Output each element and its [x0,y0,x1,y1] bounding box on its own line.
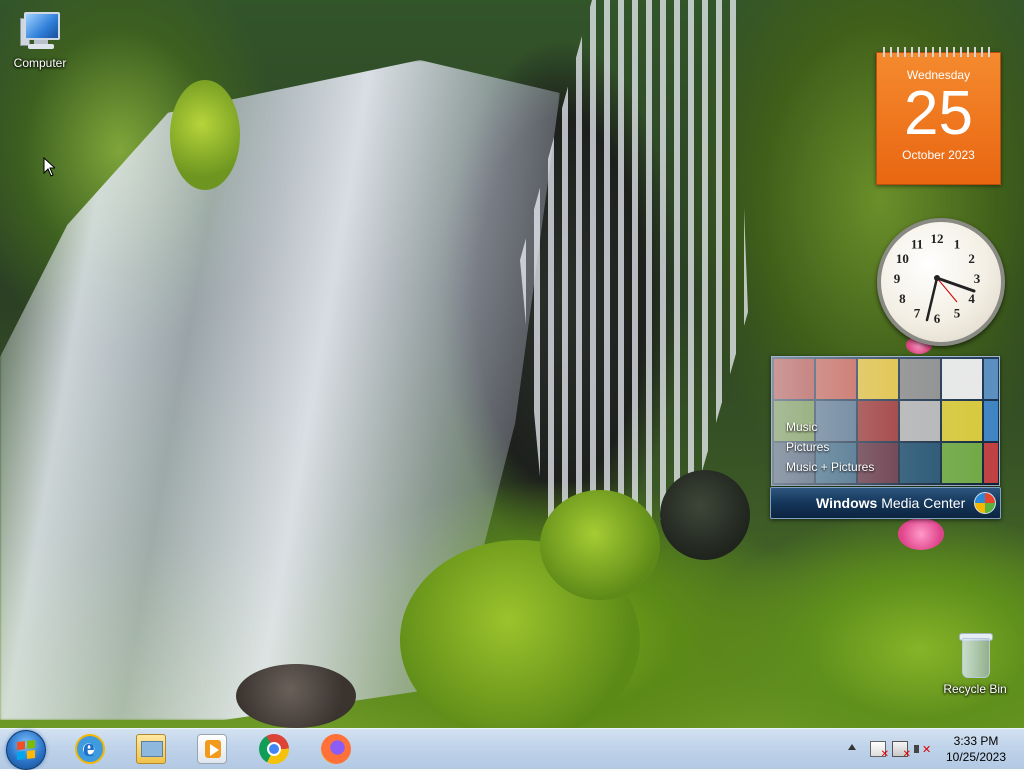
media-player-icon [197,734,227,764]
media-center-title-bar[interactable]: Windows Media Center [770,487,1001,519]
action-center-icon[interactable] [870,741,889,760]
system-tray: 3:33 PM 10/25/2023 [844,729,1024,769]
clock-numeral: 4 [968,291,975,306]
computer-icon [20,10,60,52]
start-button[interactable] [6,730,46,770]
folder-icon [136,734,166,764]
recycle-bin-icon [958,632,993,678]
desktop-icon-recycle-bin[interactable]: Recycle Bin [937,632,1013,696]
desktop-icon-label: Computer [13,56,67,70]
media-center-menu-pictures[interactable]: Pictures [786,437,874,457]
volume-icon[interactable] [914,741,931,757]
flower [898,518,944,550]
firefox-icon [321,734,351,764]
moss-rock [660,470,750,560]
waterfall-right [520,0,748,520]
clock-numeral: 11 [911,236,923,251]
moss-rock [236,664,356,728]
clock-numeral: 6 [934,311,941,326]
windows-orb-icon [974,492,996,514]
media-center-title: Windows Media Center [816,495,966,511]
clock-face: 12 12 3 45678 9 1011 [894,231,981,326]
media-center-menu-music-pictures[interactable]: Music + Pictures [786,457,874,477]
taskbar: 3:33 PM 10/25/2023 [0,728,1024,770]
taskbar-firefox[interactable] [308,731,364,767]
clock-numeral: 3 [974,271,981,286]
calendar-day: 25 [904,79,973,148]
clock-numeral: 1 [954,236,961,251]
media-center-menu: Music Pictures Music + Pictures [786,417,874,477]
desktop-icon-computer[interactable]: Computer [2,10,78,70]
calendar-gadget[interactable]: Wednesday 25 October 2023 [876,47,1001,185]
taskbar-clock[interactable]: 3:33 PM 10/25/2023 [936,733,1016,765]
clock-numeral: 8 [899,291,906,306]
media-center-gadget[interactable]: Music Pictures Music + Pictures [771,356,1000,486]
taskbar-date: 10/25/2023 [945,750,1007,764]
calendar-rings [883,47,994,57]
clock-numeral: 7 [914,306,921,321]
clock-numeral: 5 [954,306,961,321]
clock-numeral: 2 [968,251,975,266]
moss-rock [540,490,660,600]
taskbar-time: 3:33 PM [953,734,999,748]
taskbar-chrome[interactable] [246,731,302,767]
taskbar-internet-explorer[interactable] [62,731,118,767]
taskbar-windows-explorer[interactable] [123,731,179,767]
clock-numeral: 10 [896,251,909,266]
calendar-month-year: October 2023 [902,148,975,162]
internet-explorer-icon [75,733,105,764]
network-icon[interactable] [892,741,911,760]
taskbar-media-player[interactable] [184,731,240,767]
clock-gadget[interactable]: 12 1 2 3 4 5 6 7 8 9 10 11 [877,218,1005,346]
media-center-menu-music[interactable]: Music [786,417,874,437]
desktop-icon-label: Recycle Bin [943,682,1007,696]
show-hidden-icons-button[interactable] [848,744,856,750]
clock-numeral: 12 [931,231,944,246]
clock-numeral: 9 [894,271,901,286]
chrome-icon [259,734,289,764]
moss-rock [170,80,240,190]
mouse-cursor-icon [43,157,55,177]
windows-logo-icon [17,740,35,760]
